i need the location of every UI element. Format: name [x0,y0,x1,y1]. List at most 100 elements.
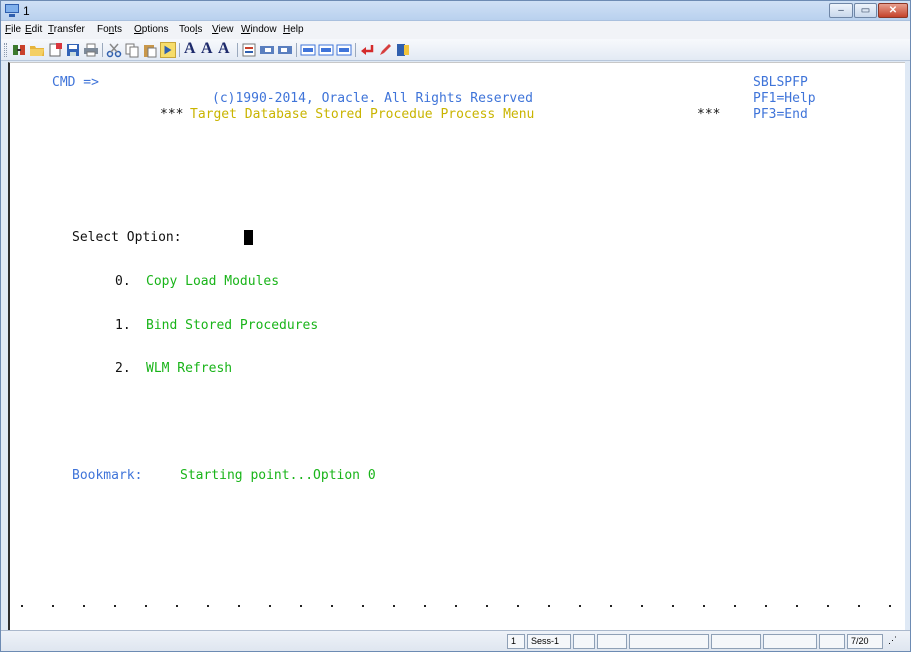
menu-fonts[interactable]: Fonts [97,24,122,35]
field-dot [300,605,302,607]
field-dot [827,605,829,607]
field-dot [362,605,364,607]
field-dot [548,605,550,607]
enter-key-icon[interactable] [359,42,375,58]
pf3-end-hint: PF3=End [753,107,808,122]
quit-icon[interactable] [395,42,411,58]
terminal-app-icon [5,4,19,17]
pf2-key-icon[interactable] [318,42,334,58]
option-number: 0. [115,274,131,289]
field-dot [610,605,612,607]
status-cell [629,634,709,649]
command-prompt: CMD => [52,75,99,90]
toggle-toolbar-icon[interactable] [160,42,176,58]
option-number: 1. [115,318,131,333]
field-dot [579,605,581,607]
title-stars-right: *** [697,107,721,122]
resize-grip[interactable]: ⋰ [885,634,907,649]
field-dot [393,605,395,607]
status-cell [711,634,761,649]
pf1-help-hint: PF1=Help [753,91,816,106]
option-bind-stored-procedures[interactable]: Bind Stored Procedures [146,318,318,333]
cursor-position: 7/20 [847,634,883,649]
save-icon[interactable] [65,42,81,58]
paste-icon[interactable] [142,42,158,58]
toolbar-separator [355,43,356,57]
option-wlm-refresh[interactable]: WLM Refresh [146,361,232,376]
menu-edit[interactable]: Edit [25,24,42,35]
input-cursor[interactable] [244,230,253,245]
edit-pen-icon[interactable] [377,42,393,58]
font-size-button[interactable]: A [184,40,196,58]
new-session-icon[interactable] [47,42,63,58]
maximize-button[interactable]: ▭ [854,3,877,18]
toolbar-separator [237,43,238,57]
toolbar: A A A [1,39,910,61]
field-dot [889,605,891,607]
print-icon[interactable] [83,42,99,58]
emulator-window: 1 – ▭ ✕ File Edit Transfer Fonts Options… [0,0,911,652]
status-cell [819,634,845,649]
field-dot [796,605,798,607]
status-cell [573,634,595,649]
field-dot [765,605,767,607]
title-bar: 1 – ▭ ✕ [1,1,910,21]
field-dot [52,605,54,607]
menu-view[interactable]: View [212,24,234,35]
option-number: 2. [115,361,131,376]
title-stars-left: *** [160,107,184,122]
bookmark-label: Bookmark: [72,468,143,483]
field-dot [238,605,240,607]
close-button[interactable]: ✕ [878,3,908,18]
field-dot [672,605,674,607]
status-bar: 1 Sess-1 7/20 ⋰ [1,630,910,651]
menu-bar: File Edit Transfer Fonts Options Tools V… [1,21,910,39]
font-bold-button[interactable]: A [201,40,213,58]
toolbar-separator [179,43,180,57]
copy-icon[interactable] [124,42,140,58]
font-larger-button[interactable]: A [218,40,230,58]
menu-file[interactable]: File [5,24,21,35]
field-dot [21,605,23,607]
close-icon: ✕ [888,5,898,16]
field-dot [641,605,643,607]
field-dot [517,605,519,607]
field-dot [734,605,736,607]
send-file-icon[interactable] [259,42,275,58]
field-dot [331,605,333,607]
field-dot [486,605,488,607]
receive-file-icon[interactable] [277,42,293,58]
session-name: Sess-1 [527,634,571,649]
field-dot [176,605,178,607]
minimize-icon: – [838,5,844,16]
field-dot-row [10,605,907,615]
field-dot [269,605,271,607]
maximize-icon: ▭ [860,5,871,16]
terminal-screen[interactable]: CMD => SBLSPFP (c)1990-2014, Oracle. All… [8,62,905,630]
macro-icon[interactable] [241,42,257,58]
copyright-notice: (c)1990-2014, Oracle. All Rights Reserve… [212,91,533,106]
window-title: 1 [23,4,30,18]
field-dot [83,605,85,607]
menu-help[interactable]: Help [283,24,304,35]
option-copy-load-modules[interactable]: Copy Load Modules [146,274,279,289]
toolbar-grip[interactable] [4,43,7,57]
pf1-key-icon[interactable] [300,42,316,58]
connect-icon[interactable] [11,42,27,58]
field-dot [424,605,426,607]
menu-window[interactable]: Window [241,24,277,35]
status-cell [763,634,817,649]
open-folder-icon[interactable] [29,42,45,58]
toolbar-separator [296,43,297,57]
status-cell [597,634,627,649]
cut-icon[interactable] [106,42,122,58]
pf3-key-icon[interactable] [336,42,352,58]
field-dot [114,605,116,607]
menu-tools[interactable]: Tools [179,24,202,35]
minimize-button[interactable]: – [829,3,853,18]
menu-options[interactable]: Options [134,24,168,35]
field-dot [207,605,209,607]
menu-transfer[interactable]: Transfer [48,24,85,35]
menu-title: Target Database Stored Procedue Process … [190,107,535,122]
bookmark-value: Starting point...Option 0 [180,468,376,483]
